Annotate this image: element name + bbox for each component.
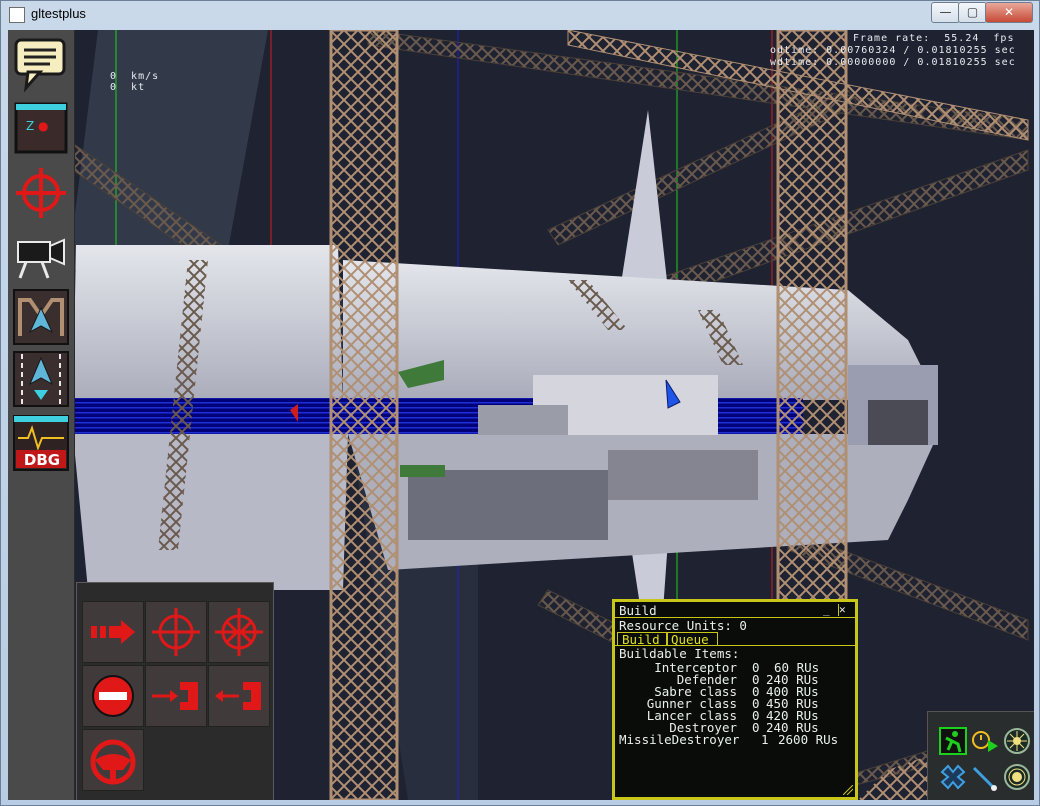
- runner-icon: [939, 727, 967, 755]
- window-title: gltestplus: [31, 6, 86, 21]
- build-item-qty: 0: [752, 720, 760, 735]
- build-item-cost: 2600 RUs: [778, 732, 839, 747]
- attack-button[interactable]: [145, 601, 207, 663]
- build-item-qty: 1: [761, 732, 769, 747]
- build-item-name: MissileDestroyer: [619, 732, 740, 747]
- minimize-button[interactable]: —: [931, 2, 960, 23]
- map-button[interactable]: Z ●: [12, 100, 70, 158]
- timer-play-button[interactable]: [970, 726, 1000, 756]
- maximize-button[interactable]: ▢: [958, 2, 987, 23]
- build-close-button[interactable]: ✕: [838, 604, 851, 616]
- camera-button[interactable]: [12, 226, 70, 284]
- command-panel: [76, 582, 274, 800]
- wand-icon: [972, 766, 997, 791]
- wdtime-readout: wdtime: 0.00000000 / 0.01810255 sec: [770, 57, 1016, 68]
- dock-icon: [152, 682, 198, 710]
- build-window[interactable]: Build _ ✕ Resource Units: 0 Build Queue …: [612, 599, 858, 800]
- halt-button[interactable]: [82, 665, 144, 727]
- app-icon: [9, 7, 25, 23]
- runner-button[interactable]: [938, 726, 968, 756]
- svg-text:●: ●: [38, 119, 48, 133]
- focus-button[interactable]: [12, 164, 70, 222]
- deploy-icon: [13, 351, 69, 407]
- force-attack-icon: [215, 608, 263, 656]
- svg-text:Z: Z: [26, 119, 34, 133]
- app-window: gltestplus — ▢ ✕ Frame rate: 55.24 fps o…: [0, 0, 1040, 806]
- dock-button[interactable]: [145, 665, 207, 727]
- tab-queue[interactable]: Queue: [667, 632, 718, 646]
- build-title: Build: [619, 603, 657, 618]
- move-button[interactable]: [82, 601, 144, 663]
- target-sun-icon: [1004, 764, 1030, 790]
- sun-button[interactable]: [1002, 726, 1032, 756]
- timer-play-icon: [972, 731, 998, 752]
- camera-icon: [17, 238, 65, 279]
- formation-button[interactable]: [938, 762, 968, 792]
- crosshair-icon: [16, 168, 66, 218]
- deploy-button[interactable]: [12, 350, 70, 408]
- undock-icon: [215, 682, 261, 710]
- debug-label: DBG: [23, 451, 61, 469]
- fleet-button[interactable]: [12, 288, 70, 346]
- undock-button[interactable]: [208, 665, 270, 727]
- odtime-readout: odtime: 0.00760324 / 0.01810255 sec: [770, 45, 1016, 56]
- speed-kt-readout: 0 kt: [110, 82, 146, 93]
- target-sun-button[interactable]: [1002, 762, 1032, 792]
- title-bar[interactable]: gltestplus — ▢ ✕: [1, 1, 1039, 29]
- build-minimize-button[interactable]: _: [823, 604, 835, 616]
- steering-button[interactable]: [82, 729, 144, 791]
- attack-icon: [152, 608, 200, 656]
- close-button[interactable]: ✕: [985, 2, 1033, 23]
- game-viewport[interactable]: Frame rate: 55.24 fps odtime: 0.00760324…: [8, 30, 1034, 800]
- map-icon: Z ●: [14, 102, 68, 154]
- buildable-items-label: Buildable Items:: [619, 646, 740, 661]
- resource-units-label: Resource Units: 0: [619, 618, 747, 633]
- force-attack-button[interactable]: [208, 601, 270, 663]
- resize-grip-icon[interactable]: [843, 785, 853, 795]
- formation-icon: [940, 764, 966, 790]
- move-icon: [91, 620, 135, 644]
- halt-icon: [92, 675, 134, 717]
- left-toolbar: Z ● DBG: [8, 30, 75, 800]
- frame-rate-readout: Frame rate: 55.24 fps: [853, 33, 1015, 44]
- tab-build[interactable]: Build: [617, 632, 667, 646]
- sun-icon: [1004, 728, 1030, 754]
- speed-kms-readout: 0 km/s: [110, 71, 160, 82]
- control-tray: [927, 711, 1034, 800]
- chat-button[interactable]: [12, 36, 70, 94]
- debug-button[interactable]: DBG: [12, 414, 70, 472]
- fleet-icon: [13, 289, 69, 345]
- chat-icon: [14, 38, 66, 93]
- wand-button[interactable]: [970, 762, 1000, 792]
- steering-icon: [90, 739, 136, 785]
